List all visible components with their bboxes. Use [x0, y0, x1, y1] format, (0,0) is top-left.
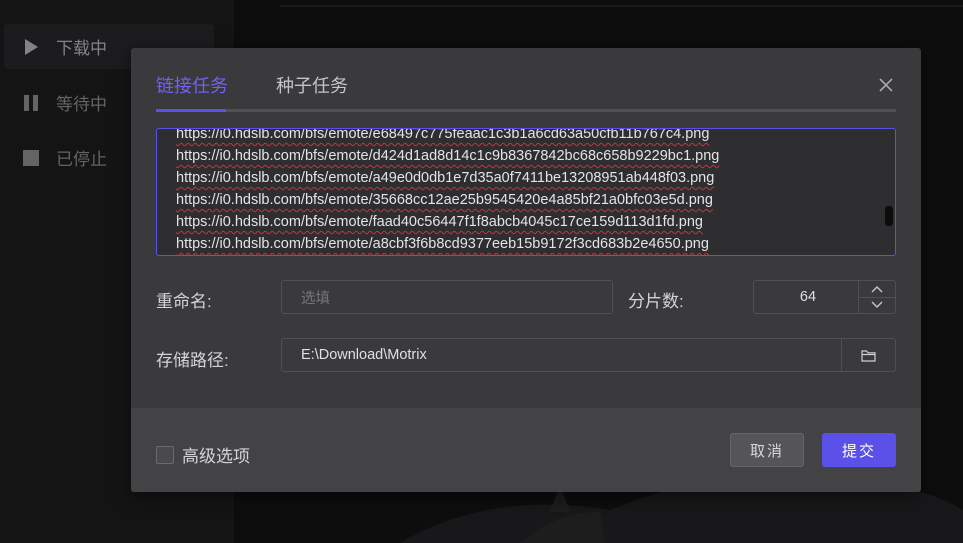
url-line: https://i0.hdslb.com/bfs/emote/e68497c77…	[176, 128, 710, 142]
scrollbar-thumb[interactable]	[885, 206, 893, 226]
url-line: https://i0.hdslb.com/bfs/emote/d424d1ad8…	[176, 148, 720, 164]
rename-placeholder: 选填	[301, 290, 330, 307]
stepper-controls	[858, 281, 895, 313]
url-line: https://i0.hdslb.com/bfs/emote/faad40c56…	[176, 214, 703, 230]
advanced-options-label: 高级选项	[182, 447, 250, 466]
url-line: https://i0.hdslb.com/bfs/emote/35668cc12…	[176, 192, 713, 208]
url-list: https://i0.hdslb.com/bfs/emote/e68497c77…	[157, 128, 720, 255]
shard-count-label: 分片数:	[628, 292, 684, 311]
cancel-button[interactable]: 取消	[730, 433, 804, 467]
chevron-down-icon[interactable]	[859, 298, 895, 314]
url-textarea[interactable]: https://i0.hdslb.com/bfs/emote/e68497c77…	[156, 128, 896, 256]
dialog-footer: 高级选项 取消 提交	[131, 408, 921, 492]
shard-count-value: 64	[799, 289, 817, 305]
close-icon[interactable]	[877, 76, 895, 94]
save-path-input[interactable]: E:\Download\Motrix	[281, 338, 896, 372]
add-task-dialog: 链接任务 种子任务 https://i0.hdslb.com/bfs/emote…	[131, 48, 921, 492]
save-path-label: 存储路径:	[156, 351, 229, 370]
shard-count-stepper[interactable]: 64	[753, 280, 896, 314]
rename-input[interactable]: 选填	[281, 280, 613, 314]
url-line: https://i0.hdslb.com/bfs/emote/a49e0d0db…	[176, 170, 715, 186]
advanced-options-checkbox[interactable]	[156, 445, 174, 464]
tab-torrent-task[interactable]: 种子任务	[276, 72, 348, 98]
task-tabs: 链接任务 种子任务	[156, 72, 896, 112]
submit-button[interactable]: 提交	[822, 433, 896, 467]
tab-link-task[interactable]: 链接任务	[156, 72, 228, 98]
advanced-options-toggle[interactable]: 高级选项	[156, 442, 250, 467]
rename-label: 重命名:	[156, 292, 212, 311]
active-tab-indicator	[156, 109, 226, 112]
save-path-value: E:\Download\Motrix	[301, 347, 427, 363]
folder-icon[interactable]	[841, 339, 895, 371]
url-line: https://i0.hdslb.com/bfs/emote/a8cbf3f6b…	[176, 236, 709, 252]
chevron-up-icon[interactable]	[859, 281, 895, 298]
